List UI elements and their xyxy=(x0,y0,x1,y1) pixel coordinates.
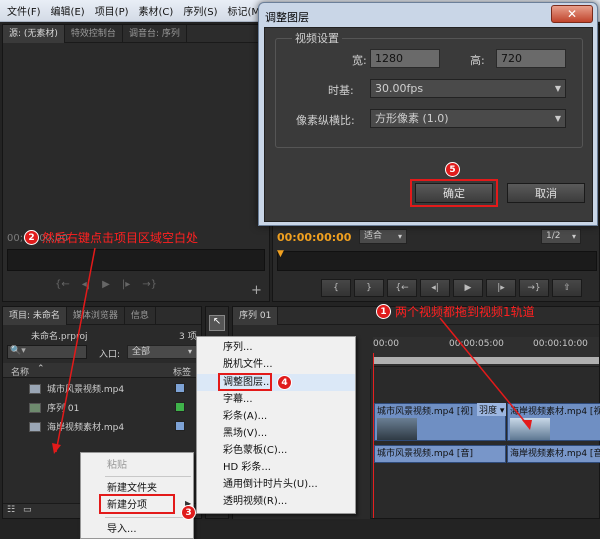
arrow-line-2 xyxy=(55,247,96,453)
annotation-4: 4 xyxy=(277,375,292,390)
arrow-head-1 xyxy=(522,420,532,430)
annotation-2: 2 xyxy=(24,230,39,245)
annotation-text-2: 然后右键点击项目区域空白处 xyxy=(42,231,199,245)
arrow-head-2 xyxy=(52,443,61,454)
premiere-window: 文件(F) 编辑(E) 项目(P) 素材(C) 序列(S) 标记(M) 源: (… xyxy=(0,0,600,539)
annotation-arrows xyxy=(52,247,532,454)
annotation-text-1: 两个视频都拖到视频1轨道 xyxy=(395,305,535,319)
arrow-line-1 xyxy=(439,317,531,429)
annotation-3: 3 xyxy=(181,505,196,520)
annotation-1: 1 xyxy=(376,304,391,319)
